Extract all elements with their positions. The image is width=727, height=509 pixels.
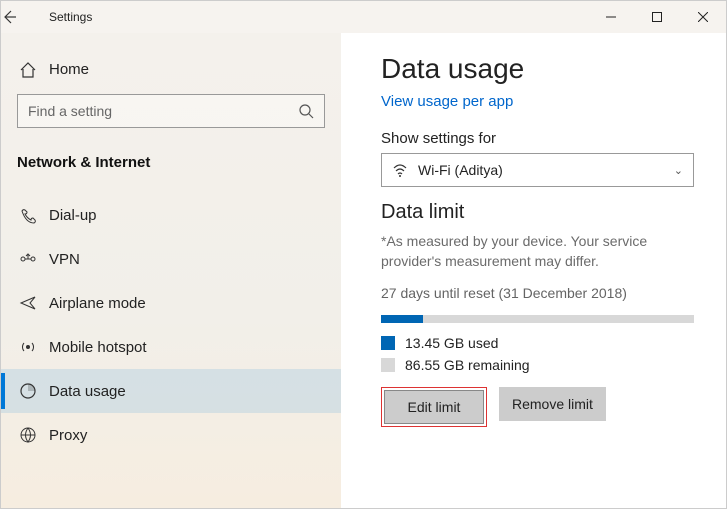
sidebar-item-label: Data usage <box>49 383 126 400</box>
dropdown-value: Wi-Fi (Aditya) <box>410 162 674 178</box>
datausage-icon <box>19 382 37 400</box>
vpn-icon <box>19 250 37 268</box>
remove-limit-button[interactable]: Remove limit <box>499 387 606 421</box>
airplane-icon <box>19 294 37 312</box>
home-nav[interactable]: Home <box>1 53 341 90</box>
chevron-down-icon: ⌄ <box>674 164 683 177</box>
hotspot-icon <box>19 338 37 356</box>
sidebar-item-airplane[interactable]: Airplane mode <box>1 281 341 325</box>
data-limit-heading: Data limit <box>381 201 694 224</box>
reset-info: 27 days until reset (31 December 2018) <box>381 285 694 301</box>
titlebar: Settings <box>1 1 726 33</box>
sidebar-item-proxy[interactable]: Proxy <box>1 413 341 457</box>
used-text: 13.45 GB used <box>405 335 498 351</box>
search-placeholder: Find a setting <box>28 103 298 119</box>
edit-highlight: Edit limit <box>381 387 487 427</box>
sidebar-item-label: Dial-up <box>49 207 97 224</box>
remaining-legend: 86.55 GB remaining <box>381 357 694 373</box>
sidebar-item-dialup[interactable]: Dial-up <box>1 193 341 237</box>
minimize-button[interactable] <box>588 1 634 33</box>
measurement-note: *As measured by your device. Your servic… <box>381 232 694 271</box>
page-title: Data usage <box>381 53 694 85</box>
edit-limit-button[interactable]: Edit limit <box>384 390 484 424</box>
sidebar-item-label: Mobile hotspot <box>49 339 147 356</box>
close-button[interactable] <box>680 1 726 33</box>
network-dropdown[interactable]: Wi-Fi (Aditya) ⌄ <box>381 153 694 187</box>
maximize-button[interactable] <box>634 1 680 33</box>
used-swatch <box>381 336 395 350</box>
button-row: Edit limit Remove limit <box>381 387 694 427</box>
wifi-icon <box>392 162 410 178</box>
sidebar-item-vpn[interactable]: VPN <box>1 237 341 281</box>
search-input[interactable]: Find a setting <box>17 94 325 128</box>
proxy-icon <box>19 426 37 444</box>
dialup-icon <box>19 206 37 224</box>
main-content: Data usage View usage per app Show setti… <box>341 33 726 508</box>
section-title: Network & Internet <box>1 136 341 185</box>
sidebar-item-hotspot[interactable]: Mobile hotspot <box>1 325 341 369</box>
search-icon <box>298 103 314 119</box>
sidebar-item-label: Airplane mode <box>49 295 146 312</box>
home-label: Home <box>49 61 89 78</box>
sidebar: Home Find a setting Network & Internet D… <box>1 33 341 508</box>
sidebar-item-datausage[interactable]: Data usage <box>1 369 341 413</box>
view-usage-link[interactable]: View usage per app <box>381 93 513 110</box>
settings-window: Settings Home Find a setting Network & I… <box>0 0 727 509</box>
back-button[interactable] <box>1 9 49 25</box>
sidebar-item-label: Proxy <box>49 427 87 444</box>
used-legend: 13.45 GB used <box>381 335 694 351</box>
nav-list: Dial-up VPN Airplane mode Mobile hotspot… <box>1 185 341 457</box>
sidebar-item-label: VPN <box>49 251 80 268</box>
remaining-swatch <box>381 358 395 372</box>
window-title: Settings <box>49 10 92 24</box>
usage-bar <box>381 315 694 323</box>
home-icon <box>19 61 37 79</box>
usage-bar-fill <box>381 315 423 323</box>
remaining-text: 86.55 GB remaining <box>405 357 530 373</box>
show-settings-label: Show settings for <box>381 130 694 147</box>
